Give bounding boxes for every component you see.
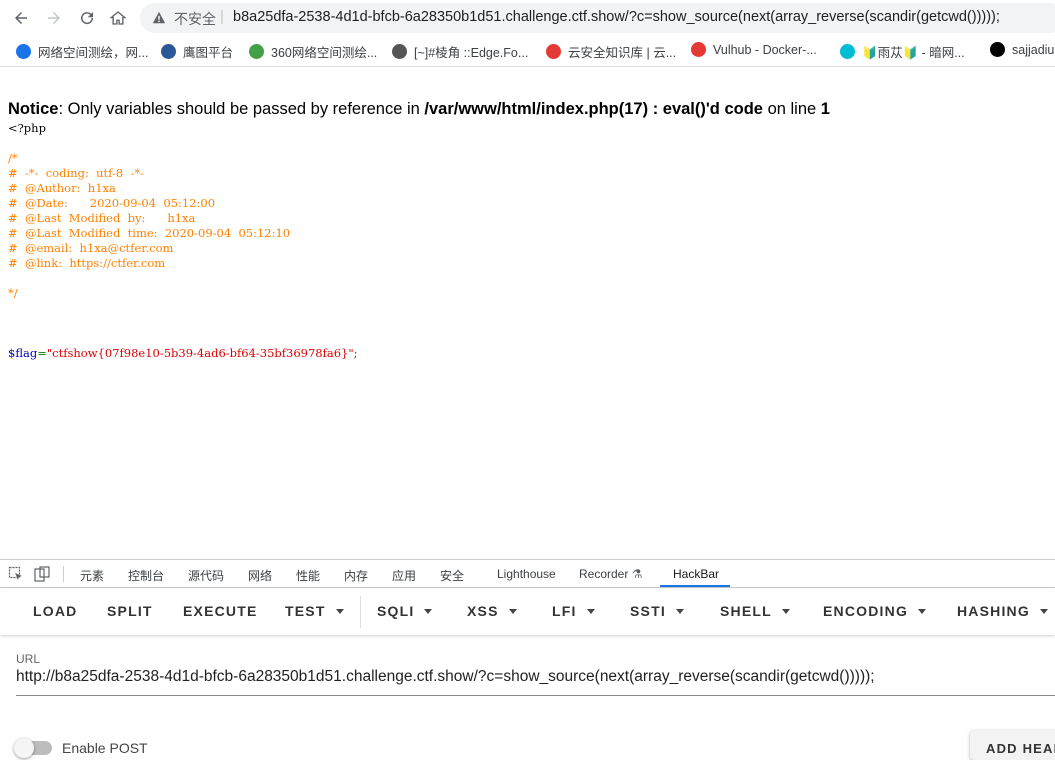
add-header-button[interactable]: ADD HEADER bbox=[970, 730, 1055, 760]
bookmark-favicon-icon bbox=[249, 44, 264, 59]
php-notice: Notice: Only variables should be passed … bbox=[8, 100, 830, 119]
execute-button[interactable]: EXECUTE bbox=[183, 603, 258, 619]
split-button[interactable]: SPLIT bbox=[107, 603, 153, 619]
forward-icon[interactable] bbox=[42, 6, 66, 30]
github-icon bbox=[990, 42, 1005, 57]
flag-variable: $flag bbox=[8, 346, 38, 360]
bookmark-favicon-icon bbox=[546, 44, 561, 59]
tab-memory[interactable]: 内存 bbox=[344, 567, 368, 584]
address-bar[interactable]: 不安全 | b8a25dfa-2538-4d1d-bfcb-6a28350b1d… bbox=[140, 3, 1055, 33]
notice-path: /var/www/html/index.php(17) : eval()'d c… bbox=[424, 100, 763, 118]
tab-hackbar[interactable]: HackBar bbox=[673, 567, 719, 581]
address-url[interactable]: b8a25dfa-2538-4d1d-bfcb-6a28350b1d51.cha… bbox=[233, 9, 1000, 25]
ssti-menu-button[interactable]: SSTI bbox=[630, 603, 684, 619]
back-icon[interactable] bbox=[9, 6, 33, 30]
tab-security[interactable]: 安全 bbox=[440, 567, 464, 584]
test-menu-button[interactable]: TEST bbox=[285, 603, 344, 619]
url-textarea[interactable]: http://b8a25dfa-2538-4d1d-bfcb-6a28350b1… bbox=[16, 668, 1055, 686]
flag-semicolon: ; bbox=[353, 346, 358, 360]
active-tab-indicator bbox=[660, 585, 730, 587]
tab-performance[interactable]: 性能 bbox=[296, 567, 320, 584]
bookmark-item[interactable]: sajjadiu bbox=[990, 42, 1054, 57]
tab-recorder[interactable]: Recorder ⚗ bbox=[579, 567, 642, 581]
hackbar-menu: LOAD SPLIT EXECUTE TEST SQLI XSS LFI SST… bbox=[0, 588, 1055, 635]
url-separator: | bbox=[220, 8, 224, 25]
devtools-tabbar: 元素 控制台 源代码 网络 性能 内存 应用 安全 Lighthouse Rec… bbox=[0, 560, 1055, 588]
chevron-down-icon bbox=[586, 608, 595, 614]
menu-divider bbox=[360, 596, 361, 628]
tab-console[interactable]: 控制台 bbox=[128, 567, 164, 584]
notice-text-2: on line bbox=[762, 100, 821, 118]
bookmark-favicon-icon bbox=[392, 44, 407, 59]
tab-application[interactable]: 应用 bbox=[392, 567, 416, 584]
warning-icon[interactable] bbox=[152, 11, 166, 25]
lfi-menu-button[interactable]: LFI bbox=[552, 603, 595, 619]
flask-icon: ⚗ bbox=[631, 567, 643, 581]
url-label: URL bbox=[16, 652, 41, 666]
bookmark-item[interactable]: [~]#棱角 ::Edge.Fo... bbox=[392, 42, 528, 61]
bookmark-item[interactable]: 360网络空间测绘... bbox=[249, 42, 377, 61]
bookmark-favicon-icon bbox=[840, 44, 855, 59]
tab-divider bbox=[63, 566, 64, 582]
bookmark-favicon-icon bbox=[16, 44, 31, 59]
enable-post-label[interactable]: Enable POST bbox=[62, 740, 148, 756]
notice-label: Notice bbox=[8, 100, 59, 118]
encoding-menu-button[interactable]: ENCODING bbox=[823, 603, 927, 619]
inspect-icon[interactable] bbox=[8, 566, 24, 582]
chevron-down-icon bbox=[1039, 608, 1048, 614]
bookmark-favicon-icon bbox=[691, 42, 706, 57]
bookmark-item[interactable]: 网络空间测绘，网... bbox=[16, 42, 148, 61]
chevron-down-icon bbox=[675, 608, 684, 614]
home-icon[interactable] bbox=[106, 6, 130, 30]
xss-menu-button[interactable]: XSS bbox=[467, 603, 517, 619]
flag-assign: = bbox=[37, 346, 47, 360]
tab-lighthouse[interactable]: Lighthouse bbox=[497, 567, 556, 581]
insecure-label[interactable]: 不安全 bbox=[174, 9, 216, 29]
load-button[interactable]: LOAD bbox=[33, 603, 77, 619]
chevron-down-icon bbox=[424, 608, 433, 614]
tab-sources[interactable]: 源代码 bbox=[188, 567, 224, 584]
bookmark-item[interactable]: 鹰图平台 bbox=[161, 42, 233, 61]
hashing-menu-button[interactable]: HASHING bbox=[957, 603, 1048, 619]
source-code: <?php /* # -*- coding: utf-8 -*- # @Auth… bbox=[8, 121, 358, 361]
notice-line: 1 bbox=[820, 100, 830, 118]
bookmark-item[interactable]: 云安全知识库 | 云... bbox=[546, 42, 676, 61]
tab-elements[interactable]: 元素 bbox=[80, 567, 104, 584]
toggle-knob[interactable] bbox=[14, 738, 34, 758]
reload-icon[interactable] bbox=[75, 6, 99, 30]
device-toggle-icon[interactable] bbox=[34, 566, 50, 582]
bookmark-item[interactable]: 🔰雨苁🔰 - 暗网... bbox=[840, 42, 965, 61]
chevron-down-icon bbox=[508, 608, 517, 614]
bookmark-item[interactable]: Vulhub - Docker-... bbox=[691, 42, 817, 57]
code-comment: /* # -*- coding: utf-8 -*- # @Author: h1… bbox=[8, 151, 291, 300]
page-content: Notice: Only variables should be passed … bbox=[0, 67, 1055, 559]
chevron-down-icon bbox=[918, 608, 927, 614]
bookmark-favicon-icon bbox=[161, 44, 176, 59]
flag-value: "ctfshow{07f98e10-5b39-4ad6-bf64-35bf369… bbox=[46, 346, 354, 360]
sqli-menu-button[interactable]: SQLI bbox=[377, 603, 433, 619]
chevron-down-icon bbox=[335, 608, 344, 614]
url-underline bbox=[16, 695, 1055, 696]
bookmarks-bar: 网络空间测绘，网... 鹰图平台 360网络空间测绘... [~]#棱角 ::E… bbox=[0, 36, 1055, 67]
php-open-tag: <?php bbox=[8, 121, 46, 135]
shell-menu-button[interactable]: SHELL bbox=[720, 603, 790, 619]
notice-text: : Only variables should be passed by ref… bbox=[58, 100, 425, 118]
devtools-panel: 元素 控制台 源代码 网络 性能 内存 应用 安全 Lighthouse Rec… bbox=[0, 559, 1055, 760]
browser-toolbar: 不安全 | b8a25dfa-2538-4d1d-bfcb-6a28350b1d… bbox=[0, 0, 1055, 36]
chevron-down-icon bbox=[781, 608, 790, 614]
tab-network[interactable]: 网络 bbox=[248, 567, 272, 584]
